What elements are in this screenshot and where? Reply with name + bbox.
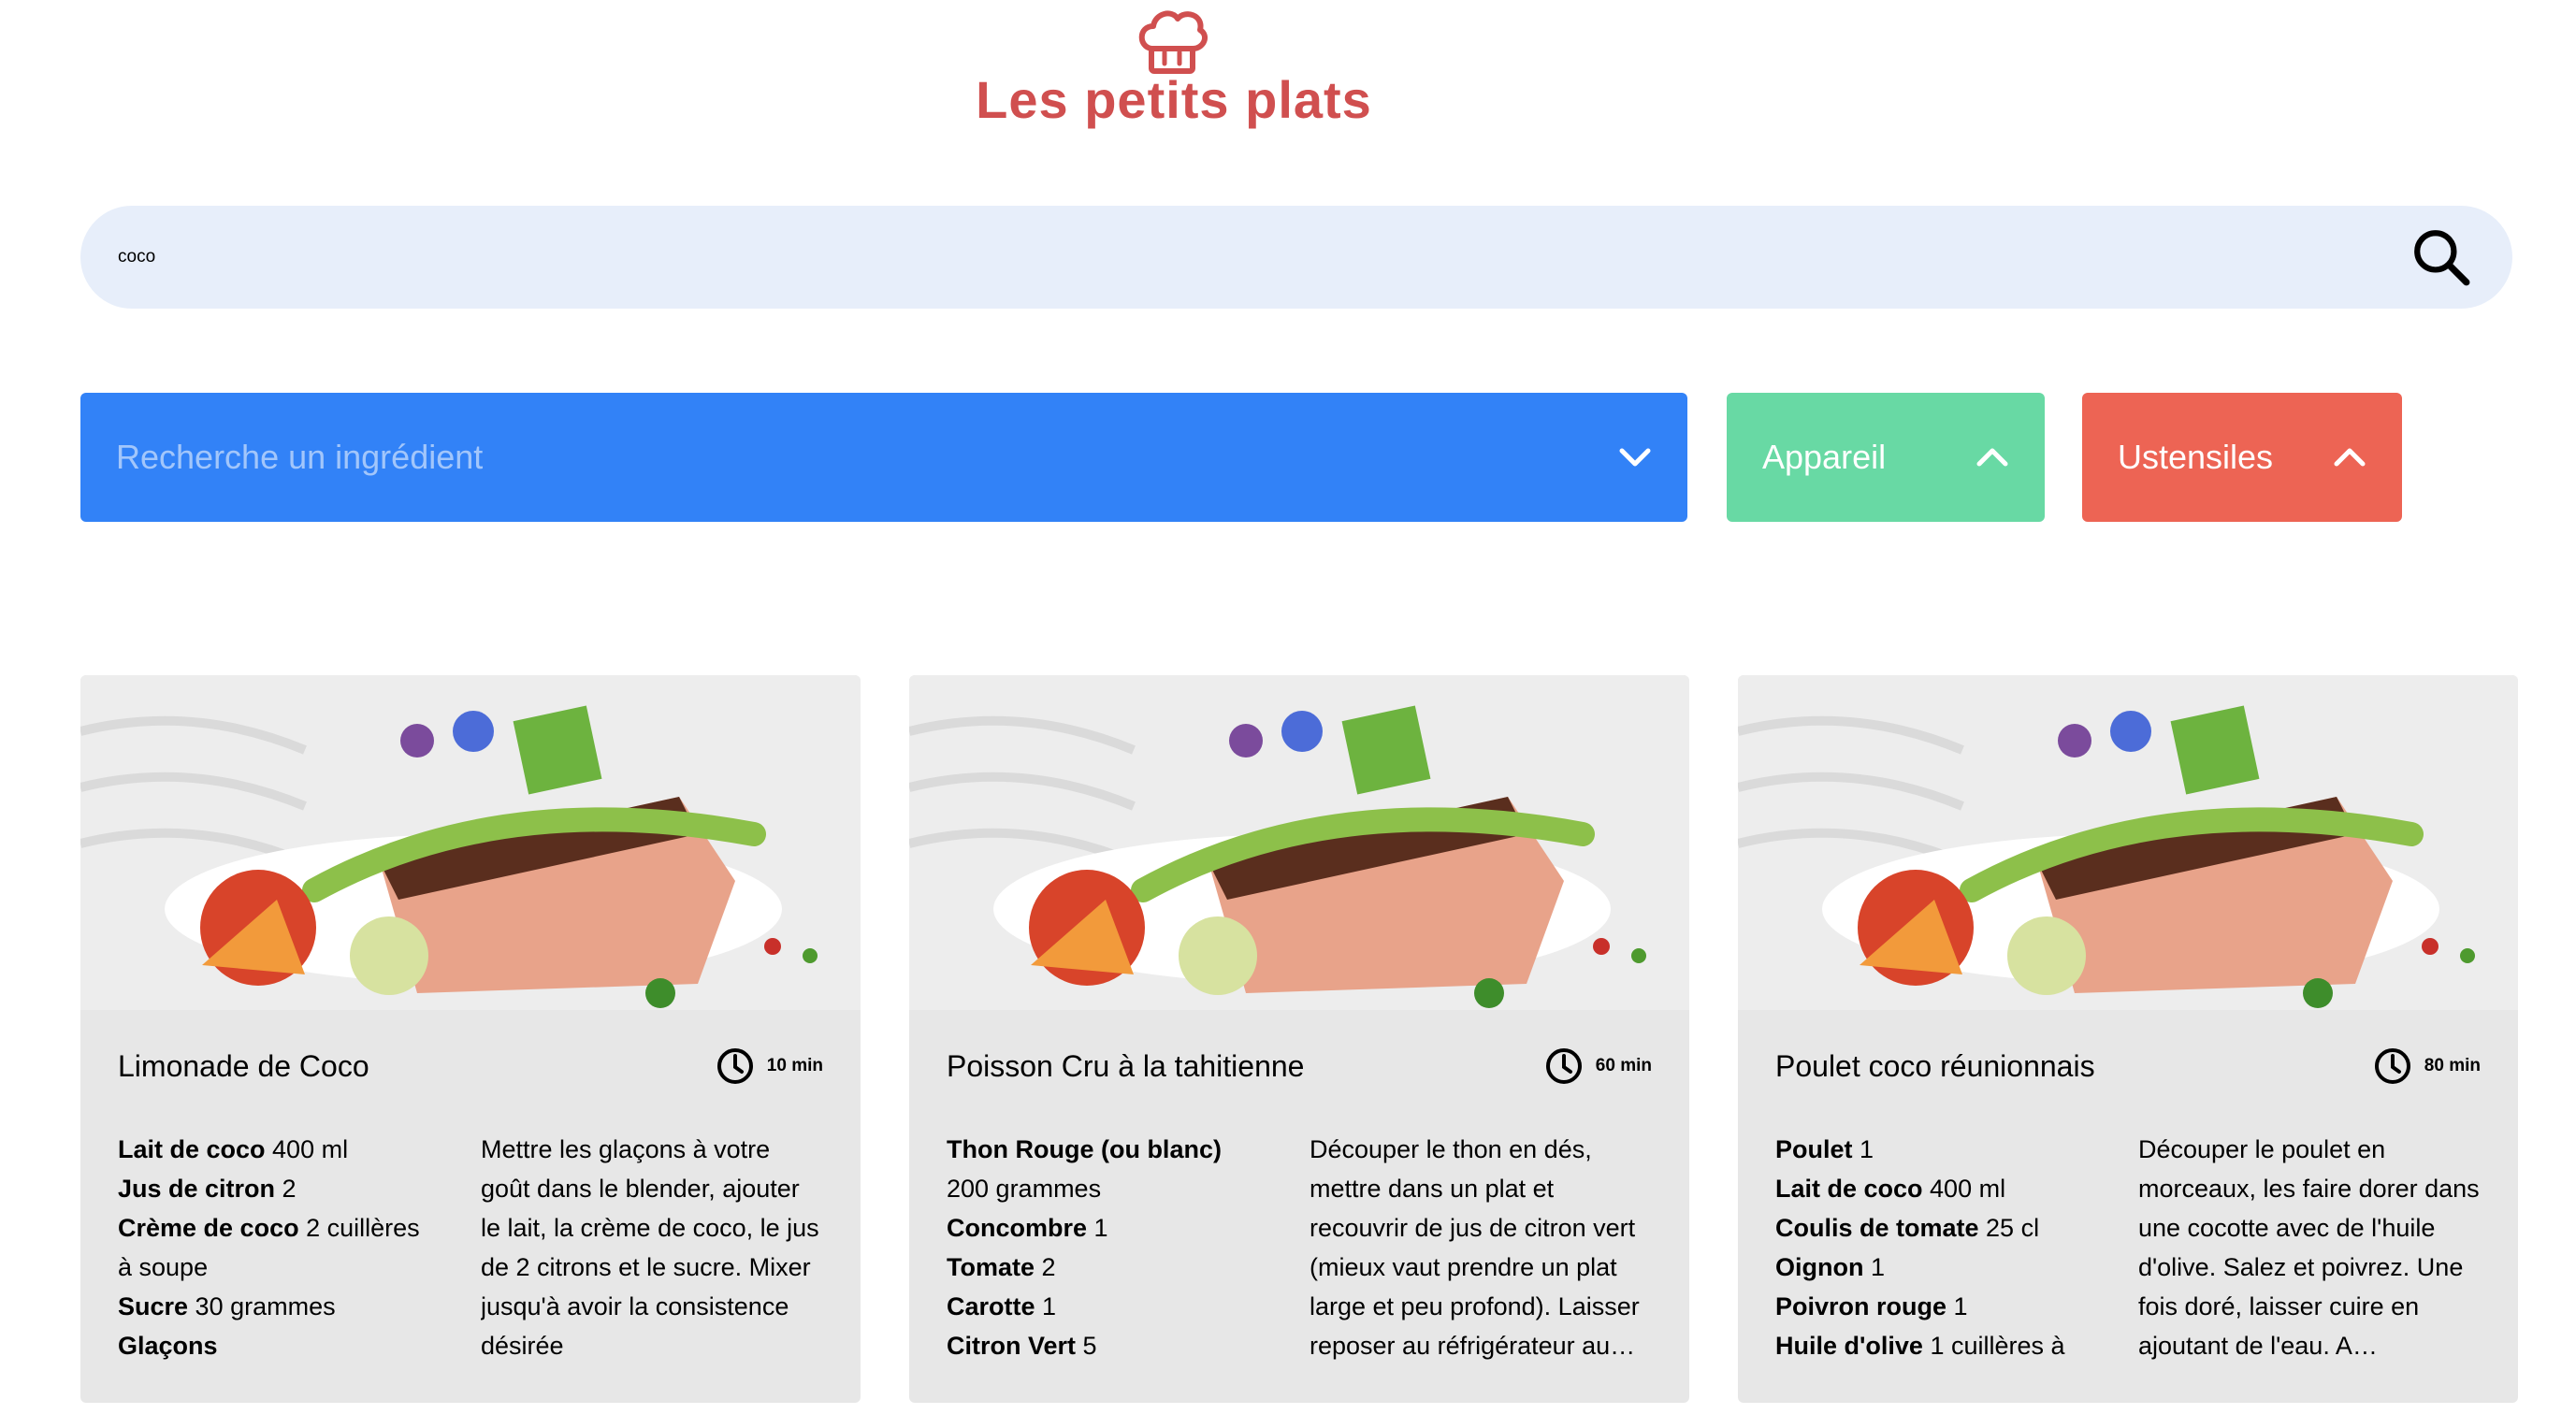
site-title: Les petits plats [976,70,1372,129]
ingredient-item: Thon Rouge (ou blanc) 200 grammes [947,1130,1265,1208]
ingredient-name: Glaçons [118,1332,218,1360]
ingredient-item: Crème de coco 2 cuillères à soupe [118,1208,436,1287]
clock-icon [716,1048,753,1084]
ingredient-name: Coulis de tomate [1775,1214,1979,1242]
recipe-time: 10 min [716,1047,823,1085]
recipe-time: 80 min [2374,1047,2481,1085]
recipe-card[interactable]: Poulet coco réunionnais 80 min Poulet 1 … [1738,675,2518,1403]
ingredient-name: Thon Rouge (ou blanc) [947,1135,1222,1163]
ingredient-name: Huile d'olive [1775,1332,1923,1360]
ingredient-name: Poivron rouge [1775,1292,1947,1320]
appliance-filter-label: Appareil [1762,438,1887,476]
ingredients-filter-label: Recherche un ingrédient [116,438,484,476]
ingredient-name: Citron Vert [947,1332,1077,1360]
recipe-time-value: 80 min [2424,1056,2481,1075]
appliance-filter[interactable]: Appareil [1727,393,2045,522]
search-button[interactable] [2404,220,2479,295]
recipe-title: Limonade de Coco [118,1049,369,1083]
ingredient-list: Lait de coco 400 ml Jus de citron 2 Crèm… [118,1130,436,1365]
ingredient-item: Poivron rouge 1 [1775,1287,2093,1326]
ingredient-quantity: 2 [1035,1253,1056,1281]
ingredient-quantity: 200 grammes [947,1175,1102,1203]
ingredient-item: Carotte 1 [947,1287,1265,1326]
ingredient-quantity: 1 [1946,1292,1968,1320]
ingredient-name: Jus de citron [118,1175,276,1203]
ingredient-item: Citron Vert 5 [947,1326,1265,1365]
ingredient-item: Sucre 30 grammes [118,1287,436,1326]
ingredient-item: Oignon 1 [1775,1248,2093,1287]
recipe-image [909,675,1689,1010]
ingredient-quantity: 25 cl [1978,1214,2040,1242]
recipe-image [1738,675,2518,1010]
utensils-filter[interactable]: Ustensiles [2082,393,2402,522]
recipe-description: Découper le thon en dés, mettre dans un … [1310,1135,1640,1360]
ingredient-item: Concombre 1 [947,1208,1265,1248]
ingredient-name: Crème de coco [118,1214,299,1242]
ingredient-list: Thon Rouge (ou blanc) 200 grammes Concom… [947,1130,1265,1365]
chevron-up-icon [1976,448,2008,467]
ingredient-quantity: 1 [1852,1135,1874,1163]
ingredient-name: Carotte [947,1292,1035,1320]
ingredient-quantity: 1 cuillères à [1922,1332,2065,1360]
ingredient-name: Lait de coco [1775,1175,1923,1203]
ingredient-item: Poulet 1 [1775,1130,2093,1169]
ingredient-item: Coulis de tomate 25 cl [1775,1208,2093,1248]
ingredient-list: Poulet 1 Lait de coco 400 ml Coulis de t… [1775,1130,2093,1365]
recipe-time: 60 min [1545,1047,1652,1085]
ingredient-name: Concombre [947,1214,1088,1242]
recipe-description: Mettre les glaçons à votre goût dans le … [481,1135,819,1360]
ingredient-item: Tomate 2 [947,1248,1265,1287]
clock-icon [2374,1048,2410,1084]
recipe-image [80,675,861,1010]
recipe-description: Découper le poulet en morceaux, les fair… [2138,1135,2480,1360]
ingredient-name: Lait de coco [118,1135,266,1163]
ingredient-quantity: 5 [1076,1332,1097,1360]
recipe-title: Poisson Cru à la tahitienne [947,1049,1305,1083]
ingredient-quantity: 1 [1863,1253,1886,1281]
ingredient-item: Jus de citron 2 [118,1169,436,1208]
ingredient-item: Huile d'olive 1 cuillères à [1775,1326,2093,1365]
utensils-filter-label: Ustensiles [2118,438,2274,476]
chevron-down-icon [1619,448,1651,467]
ingredient-name: Poulet [1775,1135,1853,1163]
search-icon [2414,230,2470,286]
ingredient-item: Glaçons [118,1326,436,1365]
ingredient-name: Tomate [947,1253,1035,1281]
chevron-up-icon [2334,448,2366,467]
ingredient-name: Oignon [1775,1253,1864,1281]
ingredient-quantity: 400 ml [1922,1175,2006,1203]
recipe-card[interactable]: Limonade de Coco 10 min Lait de coco 400… [80,675,861,1403]
search-bar [80,205,2512,310]
ingredient-item: Lait de coco 400 ml [1775,1169,2093,1208]
ingredient-quantity: 1 [1035,1292,1057,1320]
ingredient-item: Lait de coco 400 ml [118,1130,436,1169]
recipe-card[interactable]: Poisson Cru à la tahitienne 60 min Thon … [909,675,1689,1403]
ingredient-quantity: 400 ml [265,1135,349,1163]
ingredient-quantity: 30 grammes [188,1292,336,1320]
recipe-time-value: 10 min [766,1056,823,1075]
recipe-time-value: 60 min [1595,1056,1652,1075]
ingredient-name: Sucre [118,1292,189,1320]
search-input[interactable] [80,205,2404,310]
chef-hat-icon [1135,7,1209,75]
ingredient-quantity: 2 [275,1175,297,1203]
ingredients-filter[interactable]: Recherche un ingrédient [80,393,1687,522]
clock-icon [1545,1048,1582,1084]
recipe-title: Poulet coco réunionnais [1775,1049,2095,1083]
ingredient-quantity: 1 [1087,1214,1108,1242]
